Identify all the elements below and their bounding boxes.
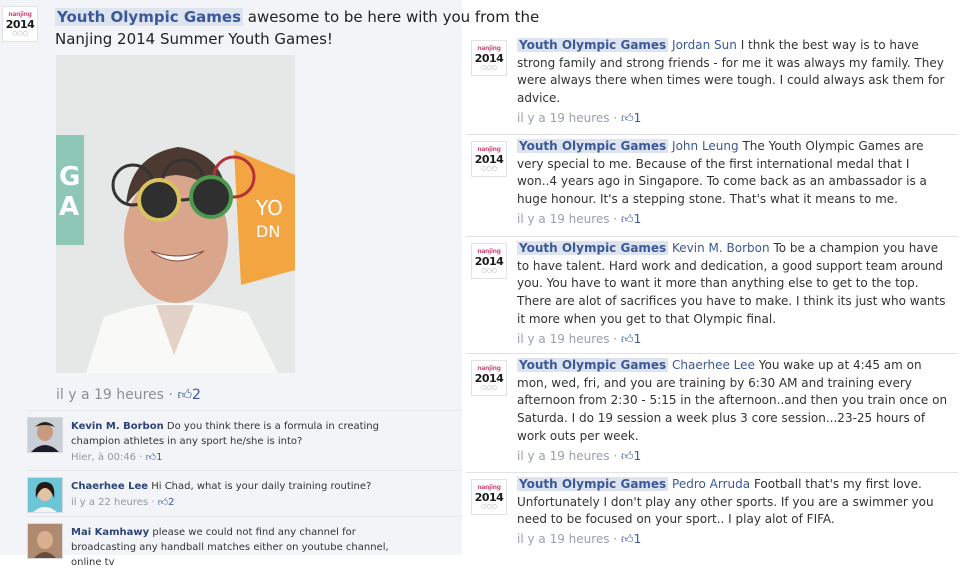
olympic-rings-icon: ○○○	[481, 165, 497, 172]
comment-time[interactable]: Hier, à 00:46	[71, 452, 136, 463]
post-meta-separator: ·	[168, 387, 173, 403]
reply-time[interactable]: il y a 19 heures	[517, 449, 610, 463]
thumbs-up-icon[interactable]: 👍︎	[146, 452, 156, 463]
reply-item: nanjing 2014 ○○○ Youth Olympic Games Cha…	[466, 353, 958, 471]
comment-item: Chaerhee Lee Hi Chad, what is your daily…	[27, 470, 462, 517]
reply-meta-separator: ·	[613, 331, 618, 346]
comment-meta-separator: ·	[139, 452, 143, 463]
reply-like-count[interactable]: 1	[634, 532, 642, 546]
post-meta: il y a 19 heures · 👍︎2	[56, 386, 201, 403]
avatar-logo-year: 2014	[474, 52, 504, 65]
reply-mention[interactable]: John Leung	[672, 139, 739, 153]
reply-page-name[interactable]: Youth Olympic Games	[517, 38, 669, 52]
reply-page-name[interactable]: Youth Olympic Games	[517, 241, 669, 255]
reply-item: nanjing 2014 ○○○ Youth Olympic Games Kev…	[466, 236, 958, 354]
reply-like-count[interactable]: 1	[634, 449, 642, 463]
page-avatar[interactable]: nanjing 2014 ○○○	[2, 6, 38, 42]
commenter-avatar[interactable]	[27, 417, 63, 453]
olympic-rings-icon: ○○○	[481, 64, 497, 71]
comment-meta: il y a 22 heures · 👍︎2	[71, 495, 421, 510]
commenter-avatar[interactable]	[27, 523, 63, 559]
reply-avatar[interactable]: nanjing 2014 ○○○	[471, 40, 507, 76]
post-text-line2: Nanjing 2014 Summer Youth Games!	[55, 30, 333, 48]
photo-illustration: G A YO DN	[56, 55, 295, 373]
reply-avatar[interactable]: nanjing 2014 ○○○	[471, 360, 507, 396]
reply-page-name[interactable]: Youth Olympic Games	[517, 139, 669, 153]
thumbs-up-icon[interactable]: 👍︎	[621, 111, 634, 125]
commenter-name[interactable]: Mai Kamhawy	[71, 527, 149, 538]
olympic-rings-icon: ○○○	[481, 384, 497, 391]
commenter-name[interactable]: Kevin M. Borbon	[71, 421, 164, 432]
reply-like-count[interactable]: 1	[634, 212, 642, 226]
reply-time[interactable]: il y a 19 heures	[517, 332, 610, 346]
svg-text:YO: YO	[255, 196, 283, 220]
avatar-image	[28, 524, 62, 558]
thumbs-up-icon[interactable]: 👍︎	[621, 449, 634, 463]
reply-meta: il y a 19 heures · 👍︎1	[517, 331, 952, 349]
reply-mention[interactable]: Pedro Arruda	[672, 477, 750, 491]
reply-meta-separator: ·	[613, 448, 618, 463]
svg-text:A: A	[59, 192, 79, 222]
avatar-logo-year: 2014	[474, 372, 504, 385]
reply-time[interactable]: il y a 19 heures	[517, 212, 610, 226]
post-photo[interactable]: G A YO DN	[56, 55, 295, 373]
photo-poster-letters: G	[59, 162, 80, 192]
reply-meta-separator: ·	[613, 532, 618, 547]
reply-page-name[interactable]: Youth Olympic Games	[517, 477, 669, 491]
reply-item: nanjing 2014 ○○○ Youth Olympic Games Joh…	[466, 134, 958, 237]
reply-meta: il y a 19 heures · 👍︎1	[517, 531, 952, 549]
comment-text: Hi Chad, what is your daily training rou…	[151, 481, 372, 492]
reply-avatar[interactable]: nanjing 2014 ○○○	[471, 141, 507, 177]
reply-mention[interactable]: Jordan Sun	[672, 38, 737, 52]
reply-meta-separator: ·	[613, 110, 618, 125]
reply-item: nanjing 2014 ○○○ Youth Olympic Games Jor…	[466, 34, 958, 134]
page-name-link[interactable]: Youth Olympic Games	[55, 8, 243, 26]
reply-meta-separator: ·	[613, 211, 618, 226]
comment-meta: Hier, à 00:46 · 👍︎1	[71, 450, 421, 465]
avatar-logo-year: 2014	[474, 153, 504, 166]
thumbs-up-icon[interactable]: 👍︎	[177, 387, 192, 403]
reply-avatar[interactable]: nanjing 2014 ○○○	[471, 479, 507, 515]
commenter-avatar[interactable]	[27, 477, 63, 513]
thumbs-up-icon[interactable]: 👍︎	[158, 497, 168, 508]
reply-like-count[interactable]: 1	[634, 111, 642, 125]
avatar-image	[28, 478, 62, 512]
reply-mention[interactable]: Kevin M. Borbon	[672, 241, 770, 255]
reply-avatar[interactable]: nanjing 2014 ○○○	[471, 243, 507, 279]
post-text-line1: awesome to be here with you from the	[247, 8, 540, 26]
reply-time[interactable]: il y a 19 heures	[517, 111, 610, 125]
thumbs-up-icon[interactable]: 👍︎	[621, 532, 634, 546]
reply-time[interactable]: il y a 19 heures	[517, 532, 610, 546]
commenter-name[interactable]: Chaerhee Lee	[71, 481, 148, 492]
post-like-count[interactable]: 2	[192, 387, 201, 403]
reply-meta: il y a 19 heures · 👍︎1	[517, 211, 952, 229]
reply-like-count[interactable]: 1	[634, 332, 642, 346]
post-time[interactable]: il y a 19 heures	[56, 387, 164, 403]
comment-item: Kevin M. Borbon Do you think there is a …	[27, 410, 462, 471]
comment-meta-separator: ·	[151, 497, 155, 508]
avatar-logo-year: 2014	[474, 491, 504, 504]
thumbs-up-icon[interactable]: 👍︎	[621, 212, 634, 226]
svg-text:DN: DN	[256, 222, 280, 241]
avatar-logo-year: 2014	[474, 255, 504, 268]
thumbs-up-icon[interactable]: 👍︎	[621, 332, 634, 346]
reply-page-name[interactable]: Youth Olympic Games	[517, 358, 669, 372]
comment-like-count[interactable]: 1	[156, 452, 162, 463]
olympic-rings-icon: ○○○	[481, 267, 497, 274]
reply-meta: il y a 19 heures · 👍︎1	[517, 110, 952, 128]
avatar-logo-year: 2014	[5, 18, 35, 31]
reply-meta: il y a 19 heures · 👍︎1	[517, 448, 952, 466]
comment-time[interactable]: il y a 22 heures	[71, 497, 148, 508]
reply-item: nanjing 2014 ○○○ Youth Olympic Games Ped…	[466, 472, 958, 556]
comment-like-count[interactable]: 2	[168, 497, 174, 508]
reply-mention[interactable]: Chaerhee Lee	[672, 358, 755, 372]
avatar-image	[28, 418, 62, 452]
olympic-rings-icon: ○○○	[12, 30, 28, 37]
comment-item: Mai Kamhawy please we could not find any…	[27, 516, 462, 568]
olympic-rings-icon: ○○○	[481, 503, 497, 510]
